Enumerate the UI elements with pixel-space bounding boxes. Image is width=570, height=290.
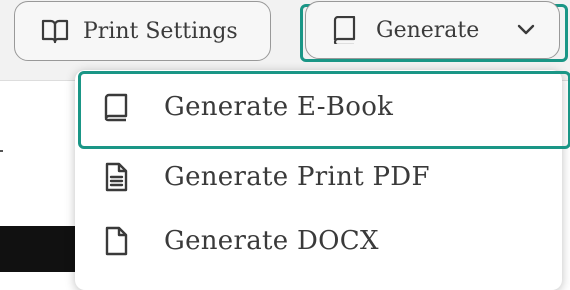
menu-item-focus-ring [78, 71, 570, 149]
menu-item-label: Generate DOCX [164, 226, 379, 256]
menu-item-label: Generate Print PDF [164, 162, 430, 192]
document-icon [105, 226, 128, 256]
chevron-down-icon [517, 24, 535, 36]
open-book-icon [41, 19, 69, 44]
print-settings-button[interactable]: Print Settings [14, 1, 271, 61]
generate-label: Generate [376, 17, 480, 43]
dark-panel [0, 226, 75, 272]
menu-item-generate-docx[interactable]: Generate DOCX [75, 209, 562, 273]
document-text-icon [105, 162, 128, 192]
editor-cursor-mark [0, 150, 3, 152]
menu-item-generate-print-pdf[interactable]: Generate Print PDF [75, 145, 562, 209]
book-icon [333, 16, 356, 44]
generate-button[interactable]: Generate [305, 1, 560, 59]
print-settings-label: Print Settings [83, 18, 238, 44]
